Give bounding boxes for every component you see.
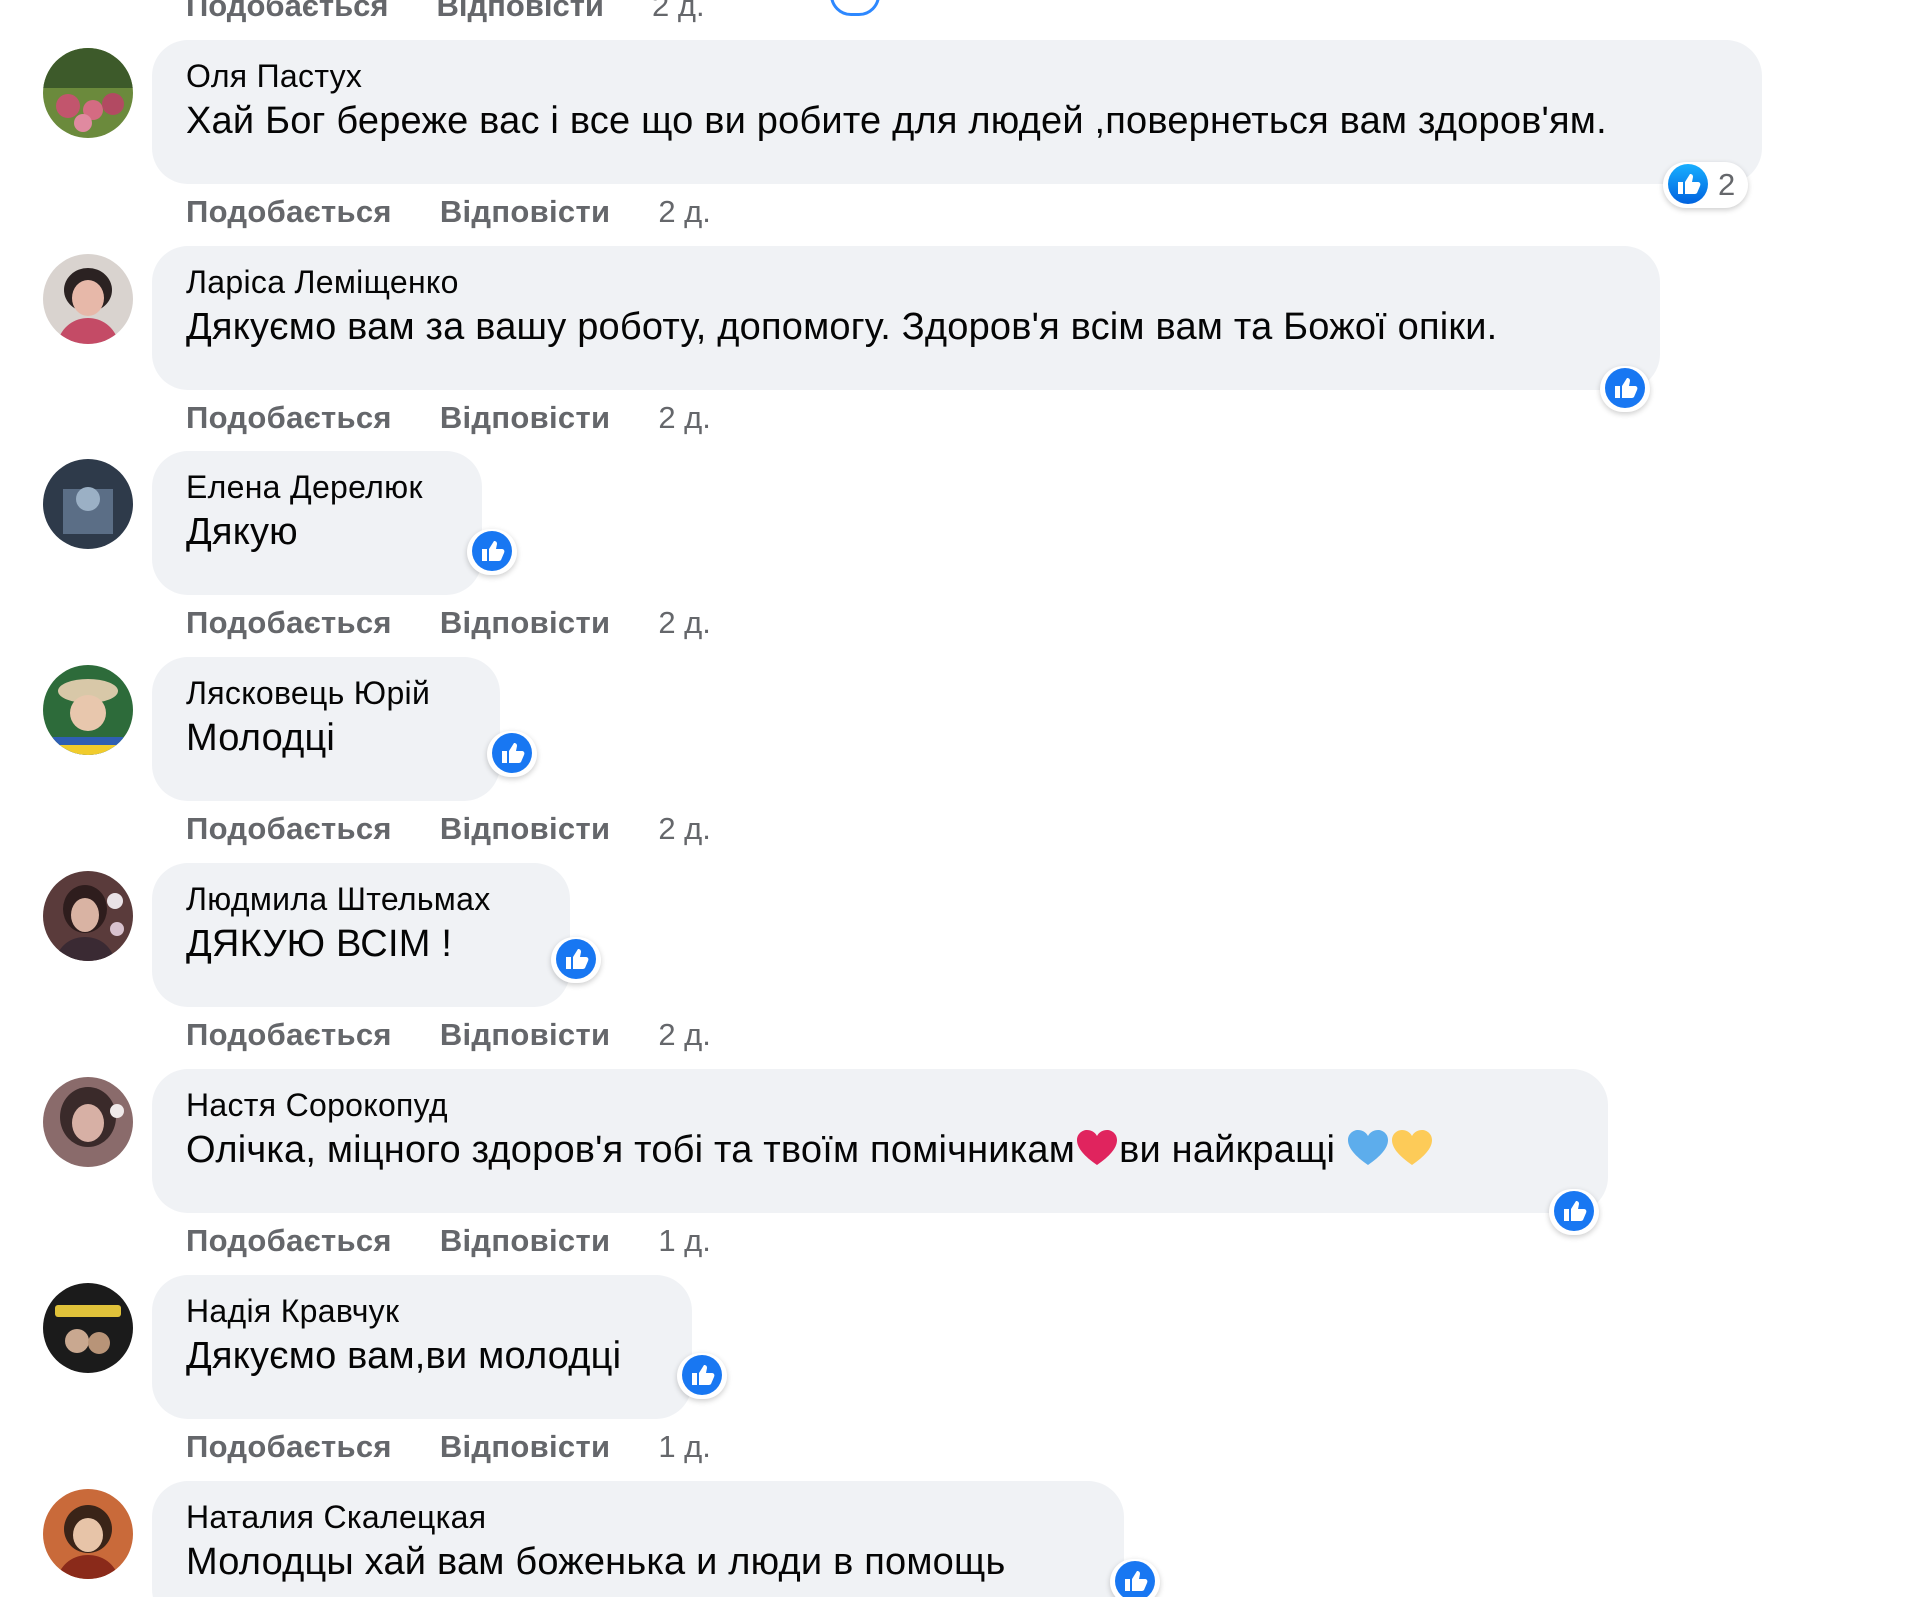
comment-bubble: Наталия Скалецкая Молодцы хай вам божень… [152,1481,1124,1597]
comment-text: Хай Бог береже вас і все що ви робите дл… [186,100,1607,142]
comment-actions-row: Подобається Відповісти 2 д. [186,398,711,438]
comments-feed: Подобається Відповісти 2 д. Оля Пастух Х… [0,0,1920,1597]
comment-actions-row: Подобається Відповісти 2 д. [186,192,711,232]
comment-time[interactable]: 2 д. [658,811,711,847]
comment-time[interactable]: 2 д. [658,400,711,436]
comment-bubble: Елена Дерелюк Дякую [152,451,482,595]
comment-text: Олічка, міцного здоров'я тобі та твоїм п… [186,1125,1574,1175]
avatar[interactable] [43,1489,133,1579]
like-icon [556,939,596,979]
comment-text: Дякуємо вам,ви молодці [186,1335,622,1377]
like-icon [1605,368,1645,408]
blue-heart-emoji-icon [1347,1130,1388,1165]
reply-link[interactable]: Відповісти [440,1429,611,1465]
ukraine-badge-avatar-icon [43,1283,133,1373]
avatar[interactable] [43,459,133,549]
woman-flowers-avatar-icon [43,871,133,961]
comment-time[interactable]: 2 д. [652,0,705,24]
like-icon [472,531,512,571]
comment-time[interactable]: 1 д. [658,1429,711,1465]
like-link[interactable]: Подобається [186,1017,392,1053]
yellow-heart-emoji-icon [1391,1130,1432,1165]
reaction-badge[interactable]: 2 [1663,162,1749,208]
reply-link[interactable]: Відповісти [437,0,605,24]
comment-bubble: Ларіса Леміщенко Дякуємо вам за вашу роб… [152,246,1660,390]
like-link[interactable]: Подобається [186,400,392,436]
comment-time[interactable]: 2 д. [658,1017,711,1053]
comment-time[interactable]: 1 д. [658,1223,711,1259]
comment-author[interactable]: Ларіса Леміщенко [186,262,1626,302]
hat-man-avatar-icon [43,665,133,755]
comment-actions-row: Подобається Відповісти 1 д. [186,1427,711,1467]
comment-text: Дякую [186,511,298,553]
comment-author[interactable]: Лясковець Юрій [186,673,466,713]
comment-bubble: Лясковець Юрій Молодці [152,657,500,801]
avatar[interactable] [43,48,133,138]
comment-text: Молодцы хай вам боженька и люди в помощь [186,1541,1006,1583]
comment-text: ДЯКУЮ ВСІМ ! [186,923,453,965]
comment-author[interactable]: Елена Дерелюк [186,467,448,507]
avatar[interactable] [43,871,133,961]
comment-bubble: Людмила Штельмах ДЯКУЮ ВСІМ ! [152,863,570,1007]
reaction-badge[interactable] [467,529,517,575]
comment-author[interactable]: Надія Кравчук [186,1291,658,1331]
reply-link[interactable]: Відповісти [440,811,611,847]
photo-avatar-icon [43,459,133,549]
reaction-count: 2 [1718,167,1736,202]
reaction-badge[interactable] [551,937,601,983]
avatar[interactable] [43,1077,133,1167]
like-link[interactable]: Подобається [186,0,389,24]
comment-author[interactable]: Оля Пастух [186,56,1728,96]
woman-red-avatar-icon [43,1489,133,1579]
like-link[interactable]: Подобається [186,194,392,230]
reply-link[interactable]: Відповісти [440,194,611,230]
red-heart-emoji-icon [1077,1130,1118,1165]
comment-time[interactable]: 2 д. [658,605,711,641]
avatar[interactable] [43,1283,133,1373]
comment-author[interactable]: Настя Сорокопуд [186,1085,1574,1125]
like-link[interactable]: Подобається [186,811,392,847]
comment-actions-row: Подобається Відповісти 2 д. [186,603,711,643]
reaction-badge[interactable] [487,731,537,777]
like-icon [682,1355,722,1395]
comment-bubble: Надія Кравчук Дякуємо вам,ви молодці [152,1275,692,1419]
comment-actions-row: Подобається Відповісти 2 д. [186,1015,711,1055]
avatar[interactable] [43,665,133,755]
like-icon [492,733,532,773]
reply-link[interactable]: Відповісти [440,1223,611,1259]
avatar[interactable] [43,254,133,344]
reply-link[interactable]: Відповісти [440,400,611,436]
reaction-badge[interactable] [1549,1189,1599,1235]
reaction-badge[interactable] [1600,366,1650,412]
comment-time[interactable]: 2 д. [658,194,711,230]
comment-text: Дякуємо вам за вашу роботу, допомогу. Зд… [186,306,1498,348]
reply-link[interactable]: Відповісти [440,1017,611,1053]
comment-text: Молодці [186,717,336,759]
woman-portrait-avatar-icon [43,254,133,344]
like-link[interactable]: Подобається [186,605,392,641]
like-reaction-icon[interactable] [830,0,880,16]
like-link[interactable]: Подобається [186,1429,392,1465]
comment-author[interactable]: Наталия Скалецкая [186,1497,1090,1537]
comment-bubble: Настя Сорокопуд Олічка, міцного здоров'я… [152,1069,1608,1213]
comment-bubble: Оля Пастух Хай Бог береже вас і все що в… [152,40,1762,184]
woman-dark-hair-avatar-icon [43,1077,133,1167]
like-link[interactable]: Подобається [186,1223,392,1259]
comment-actions-row: Подобається Відповісти 2 д. [186,0,705,26]
comment-author[interactable]: Людмила Штельмах [186,879,536,919]
reaction-badge[interactable] [1110,1559,1160,1597]
reaction-badge[interactable] [677,1353,727,1399]
comment-actions-row: Подобається Відповісти 1 д. [186,1221,711,1261]
reply-link[interactable]: Відповісти [440,605,611,641]
like-icon [1115,1561,1155,1597]
flowers-avatar-icon [43,48,133,138]
like-icon [1554,1191,1594,1231]
like-icon [1668,164,1708,204]
comment-actions-row: Подобається Відповісти 2 д. [186,809,711,849]
